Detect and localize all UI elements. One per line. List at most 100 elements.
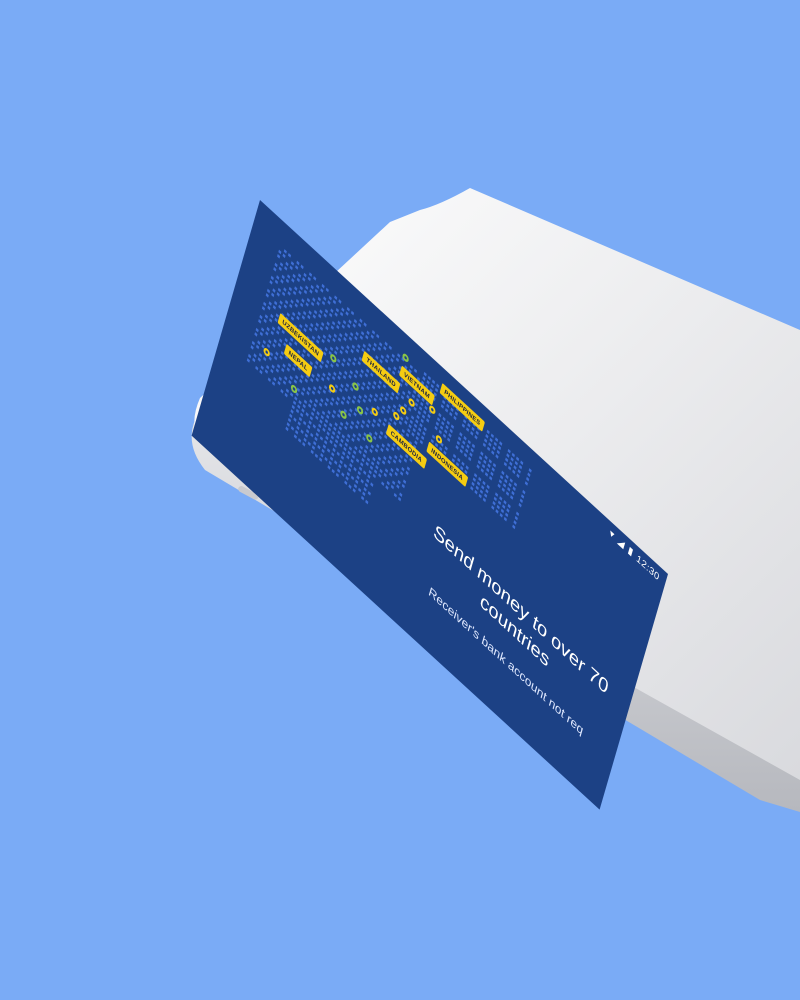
map-dot bbox=[505, 491, 510, 496]
map-dot bbox=[311, 335, 316, 341]
map-dot bbox=[327, 371, 331, 377]
map-dot bbox=[303, 272, 307, 278]
map-dot bbox=[380, 354, 384, 360]
map-dot bbox=[423, 371, 427, 377]
map-dot bbox=[342, 319, 347, 325]
map-dot bbox=[434, 387, 439, 393]
map-dot bbox=[340, 383, 344, 389]
map-dot bbox=[339, 442, 343, 448]
map-dot bbox=[327, 465, 331, 470]
map-dot bbox=[505, 457, 509, 463]
map-dot bbox=[497, 500, 502, 506]
map-dot bbox=[341, 324, 345, 329]
map-dot bbox=[286, 422, 290, 427]
map-dot bbox=[273, 338, 277, 344]
map-dot bbox=[316, 301, 320, 306]
map-dot bbox=[347, 395, 351, 401]
map-dot bbox=[353, 373, 358, 379]
map-dot bbox=[290, 261, 295, 266]
map-dot bbox=[497, 483, 501, 489]
map-dot bbox=[513, 520, 517, 525]
map-dot bbox=[340, 311, 344, 317]
map-dot bbox=[329, 439, 333, 445]
map-dot bbox=[484, 455, 488, 460]
map-dot bbox=[507, 503, 511, 509]
map-dot bbox=[341, 307, 345, 313]
map-dot bbox=[387, 442, 391, 448]
map-dot bbox=[323, 296, 327, 301]
map-dot bbox=[273, 376, 277, 382]
map-dot bbox=[340, 455, 344, 461]
map-dot bbox=[263, 318, 267, 324]
map-dot bbox=[321, 410, 326, 416]
map-dot bbox=[298, 438, 302, 443]
map-dot bbox=[503, 516, 507, 522]
map-dot bbox=[342, 357, 346, 363]
map-dot bbox=[359, 373, 363, 379]
map-dot bbox=[344, 387, 348, 393]
map-dot bbox=[498, 479, 502, 484]
map-dot bbox=[474, 489, 478, 495]
map-dot bbox=[265, 293, 269, 298]
map-dot bbox=[291, 278, 295, 283]
map-dot bbox=[387, 404, 391, 410]
map-dot bbox=[313, 385, 317, 391]
map-dot bbox=[355, 424, 359, 430]
map-dot bbox=[485, 433, 489, 439]
map-dot bbox=[246, 358, 250, 363]
map-dot bbox=[351, 399, 355, 405]
map-dot bbox=[514, 515, 518, 521]
map-dot bbox=[470, 447, 474, 453]
map-dot bbox=[258, 319, 262, 324]
map-dot bbox=[322, 444, 326, 449]
map-dot bbox=[313, 276, 317, 281]
map-dot bbox=[355, 369, 359, 375]
map-dot bbox=[348, 319, 352, 325]
map-dot bbox=[509, 478, 513, 483]
map-dot bbox=[276, 275, 280, 280]
map-dot bbox=[316, 427, 321, 433]
map-dot bbox=[282, 363, 286, 369]
map-dot bbox=[338, 371, 342, 376]
map-dot bbox=[346, 471, 350, 477]
map-dot bbox=[297, 311, 301, 316]
map-dot bbox=[423, 426, 427, 432]
map-dot bbox=[379, 468, 383, 474]
map-dot bbox=[287, 274, 291, 279]
map-dot bbox=[371, 384, 376, 390]
map-dot bbox=[308, 403, 312, 409]
map-dot bbox=[272, 305, 276, 310]
map-dot bbox=[368, 397, 372, 403]
map-dot bbox=[324, 401, 328, 407]
map-dot bbox=[300, 412, 304, 418]
map-dot bbox=[304, 433, 308, 438]
map-dot bbox=[365, 334, 369, 340]
map-dot bbox=[290, 299, 294, 304]
map-dot bbox=[284, 337, 288, 343]
map-dot bbox=[355, 331, 359, 337]
map-dot bbox=[453, 453, 457, 459]
map-dot bbox=[420, 418, 424, 424]
map-dot bbox=[400, 395, 405, 400]
map-dot bbox=[274, 279, 279, 285]
map-dot bbox=[348, 446, 352, 451]
map-dot bbox=[489, 437, 493, 443]
map-dot bbox=[387, 366, 392, 372]
map-dot bbox=[317, 444, 321, 450]
map-dot bbox=[362, 491, 366, 497]
map-dot bbox=[373, 380, 377, 386]
map-dot bbox=[303, 437, 307, 443]
map-dot bbox=[440, 404, 444, 409]
map-dot bbox=[350, 458, 354, 464]
map-dot bbox=[491, 467, 495, 472]
map-dot bbox=[514, 460, 518, 466]
map-dot bbox=[435, 421, 439, 427]
map-dot bbox=[299, 378, 303, 384]
map-dot bbox=[248, 353, 252, 359]
map-dot bbox=[482, 463, 486, 469]
map-dot bbox=[336, 451, 340, 457]
map-dot bbox=[370, 482, 374, 487]
map-dot bbox=[349, 408, 353, 413]
map-dot bbox=[475, 485, 479, 491]
map-dot bbox=[365, 499, 369, 505]
